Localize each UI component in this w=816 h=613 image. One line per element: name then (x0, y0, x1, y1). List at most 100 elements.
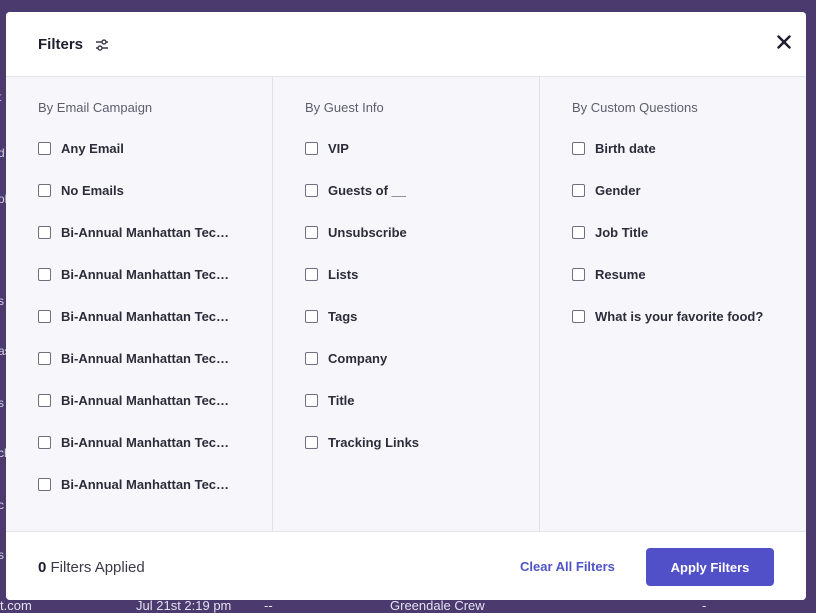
column-title: By Email Campaign (38, 100, 153, 115)
filter-columns: By Email Campaign Any Email No Emails Bi-A… (6, 77, 806, 531)
filter-option[interactable]: Unsubscribe (305, 225, 529, 267)
filter-option-label: Unsubscribe (328, 225, 407, 240)
filter-option-label: Gender (595, 183, 641, 198)
sliders-icon (96, 39, 108, 51)
close-button[interactable] (772, 30, 796, 54)
filter-option[interactable]: Any Email (38, 141, 262, 183)
filter-option-label: Bi-Annual Manhattan Tech... (61, 393, 233, 408)
filter-option[interactable]: Company (305, 351, 529, 393)
filter-option-label: Bi-Annual Manhattan Tech... (61, 309, 233, 324)
filter-option-label: Tags (328, 309, 358, 324)
filter-option[interactable]: Bi-Annual Manhattan Tech... (38, 393, 262, 435)
filter-option[interactable]: Bi-Annual Manhattan Tech... (38, 435, 262, 477)
filter-option-label: Company (328, 351, 388, 366)
filter-option[interactable]: Lists (305, 267, 529, 309)
apply-filters-button[interactable]: Apply Filters (646, 548, 774, 586)
background-dash: - (702, 598, 707, 613)
background-text: s (0, 396, 4, 410)
option-list: Birth date Gender Job Title Resume What is y… (572, 141, 796, 351)
filter-option-label: Bi-Annual Manhattan Tech... (61, 267, 233, 282)
filter-option-label: Bi-Annual Manhattan Tech... (61, 435, 233, 450)
filter-checkbox[interactable] (305, 268, 318, 281)
background-table-row: t.com Jul 21st 2:19 pm -- Greendale Crew… (0, 598, 816, 613)
filters-applied-label: Filters Applied (50, 559, 145, 576)
filter-option[interactable]: Birth date (572, 141, 796, 183)
column-title: By Custom Questions (572, 100, 698, 115)
background-text: s (0, 294, 4, 308)
filter-checkbox[interactable] (305, 394, 318, 407)
column-guest-info: By Guest Info VIP Guests of __ Unsubscribe… (273, 77, 540, 531)
background-dash: -- (264, 598, 273, 613)
filter-checkbox[interactable] (38, 184, 51, 197)
filter-option-label: Guests of __ (328, 183, 407, 198)
filter-option-label: Bi-Annual Manhattan Tech... (61, 351, 233, 366)
filter-option[interactable]: Bi-Annual Manhattan Tech... (38, 477, 262, 519)
filter-option-label: No Emails (61, 183, 124, 198)
filter-option-label: Bi-Annual Manhattan Tech... (61, 477, 233, 492)
filter-checkbox[interactable] (38, 478, 51, 491)
filter-option[interactable]: Tracking Links (305, 435, 529, 477)
filter-option[interactable]: Title (305, 393, 529, 435)
background-text: s (0, 548, 4, 562)
close-icon (777, 35, 791, 49)
filter-option-label: Any Email (61, 141, 124, 156)
background-text: t (0, 90, 1, 104)
filters-applied-status: 0 Filters Applied (38, 559, 145, 576)
background-date: Jul 21st 2:19 pm (136, 598, 232, 613)
column-custom-questions: By Custom Questions Birth date Gender Job … (540, 77, 806, 531)
filter-checkbox[interactable] (38, 394, 51, 407)
filter-option-label: VIP (328, 141, 349, 156)
filters-applied-count: 0 (38, 559, 47, 576)
filter-checkbox[interactable] (38, 436, 51, 449)
filter-checkbox[interactable] (305, 142, 318, 155)
filter-checkbox[interactable] (38, 352, 51, 365)
filter-option-label: Resume (595, 267, 646, 282)
filters-modal: Filters By Email Campaign Any Email No Em… (6, 12, 806, 600)
filter-checkbox[interactable] (305, 436, 318, 449)
modal-footer: 0 Filters Applied Clear All Filters Appl… (6, 531, 806, 600)
filter-checkbox[interactable] (305, 184, 318, 197)
filter-checkbox[interactable] (572, 184, 585, 197)
filter-option-label: Job Title (595, 225, 649, 240)
filter-option-label: Title (328, 393, 355, 408)
filter-option[interactable]: Job Title (572, 225, 796, 267)
background-text: c (0, 498, 4, 512)
filter-option[interactable]: VIP (305, 141, 529, 183)
filter-option-label: What is your favorite food? (595, 309, 764, 324)
filter-option[interactable]: No Emails (38, 183, 262, 225)
option-list: VIP Guests of __ Unsubscribe Lists Tags Compa… (305, 141, 529, 477)
filter-option-label: Lists (328, 267, 359, 282)
filter-option[interactable]: What is your favorite food? (572, 309, 796, 351)
filter-checkbox[interactable] (38, 310, 51, 323)
column-email-campaign: By Email Campaign Any Email No Emails Bi-A… (6, 77, 273, 531)
filter-option[interactable]: Resume (572, 267, 796, 309)
column-title: By Guest Info (305, 100, 384, 115)
filter-option[interactable]: Bi-Annual Manhattan Tech... (38, 351, 262, 393)
filter-checkbox[interactable] (572, 310, 585, 323)
filter-option-label: Birth date (595, 141, 656, 156)
filter-option[interactable]: Gender (572, 183, 796, 225)
filter-option-label: Tracking Links (328, 435, 420, 450)
background-group: Greendale Crew (390, 598, 485, 613)
filter-checkbox[interactable] (38, 268, 51, 281)
filter-checkbox[interactable] (305, 226, 318, 239)
option-list: Any Email No Emails Bi-Annual Manhattan Te… (38, 141, 262, 519)
background-text: d (0, 146, 5, 160)
filter-checkbox[interactable] (572, 142, 585, 155)
filter-option-label: Bi-Annual Manhattan Tech... (61, 225, 233, 240)
filter-option[interactable]: Tags (305, 309, 529, 351)
filter-checkbox[interactable] (38, 226, 51, 239)
clear-all-filters-button[interactable]: Clear All Filters (520, 559, 615, 574)
filter-checkbox[interactable] (572, 226, 585, 239)
modal-title: Filters (38, 36, 84, 53)
filter-checkbox[interactable] (572, 268, 585, 281)
filter-option[interactable]: Guests of __ (305, 183, 529, 225)
background-email: t.com (0, 598, 32, 613)
filter-option[interactable]: Bi-Annual Manhattan Tech... (38, 309, 262, 351)
modal-header: Filters (6, 12, 806, 77)
filter-checkbox[interactable] (305, 310, 318, 323)
filter-option[interactable]: Bi-Annual Manhattan Tech... (38, 225, 262, 267)
filter-option[interactable]: Bi-Annual Manhattan Tech... (38, 267, 262, 309)
filter-checkbox[interactable] (38, 142, 51, 155)
filter-checkbox[interactable] (305, 352, 318, 365)
